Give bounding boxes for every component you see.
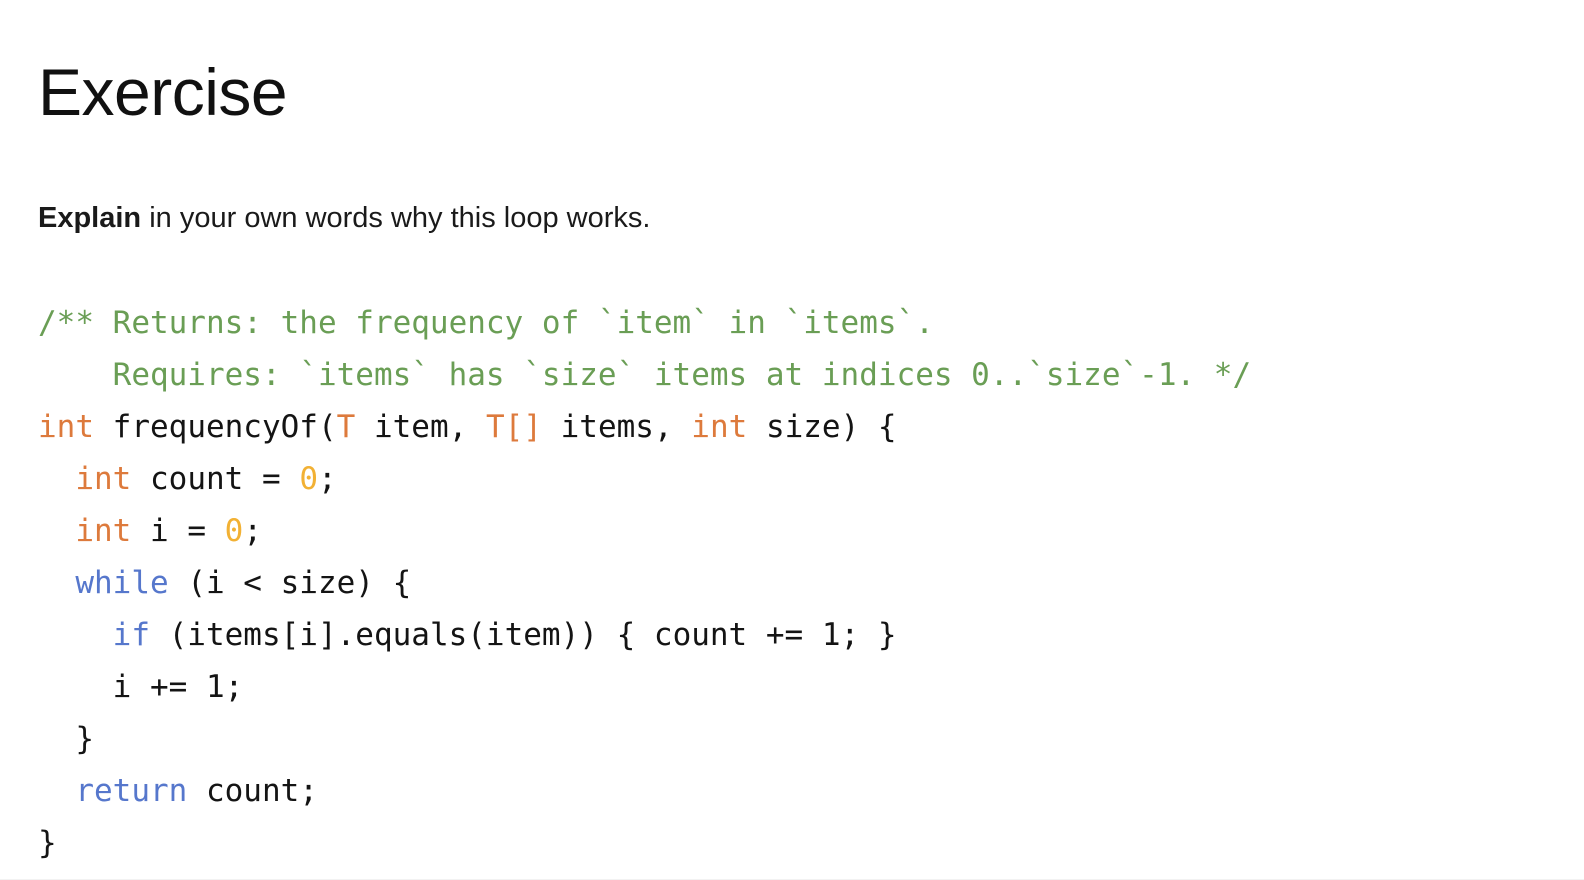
code-token-plain: ; <box>317 461 337 497</box>
code-token-plain: frequencyOf( <box>94 409 337 445</box>
page-title: Exercise <box>38 55 288 130</box>
code-token-plain: (i < size) { <box>168 565 412 601</box>
code-line: return count; <box>38 765 1251 817</box>
code-token-plain: } <box>38 721 94 757</box>
code-line: if (items[i].equals(item)) { count += 1;… <box>38 609 1251 661</box>
code-token-comment: Requires: `items` has `size` items at in… <box>38 357 1252 393</box>
code-token-type: int <box>75 513 132 549</box>
code-block: /** Returns: the frequency of `item` in … <box>38 297 1251 869</box>
code-token-plain: items, <box>541 409 692 445</box>
prompt-rest: in your own words why this loop works. <box>141 202 651 234</box>
code-token-type: T <box>336 409 356 445</box>
slide: Exercise Explain in your own words why t… <box>0 0 1584 880</box>
code-line: } <box>38 817 1251 869</box>
code-token-plain: (items[i].equals(item)) { count += 1; } <box>149 617 897 653</box>
prompt-lead-word: Explain <box>38 202 142 234</box>
code-token-plain: count = <box>131 461 300 497</box>
exercise-prompt: Explain in your own words why this loop … <box>38 197 650 239</box>
code-token-plain: i = <box>131 513 225 549</box>
code-token-type: int <box>38 409 94 445</box>
code-line: int frequencyOf(T item, T[] items, int s… <box>38 401 1251 453</box>
code-token-keyword: while <box>75 565 169 601</box>
code-token-plain: } <box>38 825 57 861</box>
code-line: } <box>38 713 1251 765</box>
code-line: /** Returns: the frequency of `item` in … <box>38 297 1251 349</box>
code-line: while (i < size) { <box>38 557 1251 609</box>
code-token-keyword: if <box>112 617 150 653</box>
code-token-type: T[] <box>485 409 542 445</box>
code-token-plain: size) { <box>747 409 897 445</box>
code-token-plain: item, <box>355 409 486 445</box>
code-token-number: 0 <box>299 461 318 497</box>
code-line: i += 1; <box>38 661 1251 713</box>
code-token-type: int <box>691 409 748 445</box>
code-token-plain: i += 1; <box>38 669 244 705</box>
code-token-number: 0 <box>224 513 244 549</box>
code-line: Requires: `items` has `size` items at in… <box>38 349 1252 401</box>
code-line: int i = 0; <box>38 505 1251 557</box>
code-token-plain: count; <box>187 773 318 809</box>
code-token-plain: ; <box>243 513 262 549</box>
code-token-keyword: return <box>75 773 188 809</box>
code-token-type: int <box>75 461 132 497</box>
code-line: int count = 0; <box>38 453 1251 505</box>
code-token-comment: /** Returns: the frequency of `item` in … <box>38 305 934 341</box>
